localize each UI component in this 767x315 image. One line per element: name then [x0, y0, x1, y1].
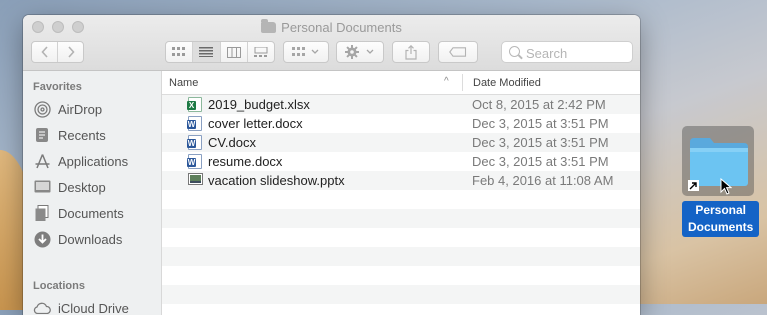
- file-list: Name ^ Date Modified X 2019_budget.xlsx …: [162, 71, 640, 315]
- file-row-resume[interactable]: W resume.docx Dec 3, 2015 at 3:51 PM: [162, 152, 640, 171]
- folder-icon: [261, 22, 276, 33]
- word-file-icon: W: [188, 116, 202, 131]
- file-row-vacation-slideshow[interactable]: vacation slideshow.pptx Feb 4, 2016 at 1…: [162, 171, 640, 190]
- back-forward-control: [31, 41, 84, 63]
- forward-button[interactable]: [58, 42, 83, 62]
- group-icon: [292, 47, 320, 57]
- tag-icon: [449, 47, 467, 57]
- window-title: Personal Documents: [23, 20, 640, 35]
- downloads-icon: [33, 231, 51, 247]
- file-name: cover letter.docx: [208, 116, 303, 131]
- group-button[interactable]: [283, 41, 329, 63]
- chevron-right-icon: [67, 46, 75, 58]
- sidebar-item-desktop[interactable]: Desktop: [33, 177, 158, 197]
- gallery-view-button[interactable]: [248, 42, 274, 62]
- sidebar-heading-locations: Locations: [33, 280, 85, 292]
- sidebar-item-label: iCloud Drive: [58, 301, 129, 315]
- file-date-modified: Dec 3, 2015 at 3:51 PM: [472, 116, 609, 131]
- file-date-modified: Dec 3, 2015 at 3:51 PM: [472, 135, 609, 150]
- list-view-button[interactable]: [193, 42, 220, 62]
- desktop-icon-label-line1: Personal: [692, 202, 749, 219]
- sidebar: Favorites AirDrop Recents Applications D…: [23, 71, 162, 315]
- column-header-name[interactable]: Name: [169, 77, 198, 89]
- recents-icon: [33, 127, 51, 143]
- file-name: 2019_budget.xlsx: [208, 97, 310, 112]
- share-icon: [405, 45, 417, 60]
- word-file-icon: W: [188, 154, 202, 169]
- empty-row: [162, 209, 640, 228]
- file-name: resume.docx: [208, 154, 282, 169]
- empty-row: [162, 266, 640, 285]
- sidebar-item-icloud-drive[interactable]: iCloud Drive: [33, 298, 158, 315]
- sidebar-item-label: Documents: [58, 206, 124, 221]
- window-title-text: Personal Documents: [281, 20, 402, 35]
- slideshow-file-icon: [188, 173, 202, 188]
- mouse-pointer-icon: [720, 178, 732, 196]
- sidebar-item-label: Desktop: [58, 180, 106, 195]
- cloud-icon: [33, 300, 51, 315]
- file-date-modified: Feb 4, 2016 at 11:08 AM: [472, 173, 613, 188]
- word-file-icon: W: [188, 135, 202, 150]
- alias-arrow-icon: [688, 180, 699, 191]
- column-view-button[interactable]: [221, 42, 248, 62]
- desktop-icon: [33, 179, 51, 195]
- search-input[interactable]: [524, 44, 628, 62]
- back-button[interactable]: [32, 42, 58, 62]
- sidebar-item-downloads[interactable]: Downloads: [33, 229, 158, 249]
- gear-icon: [345, 45, 375, 59]
- gallery-view-icon: [254, 47, 268, 58]
- desktop-icon-label: PersonalDocuments: [682, 201, 754, 237]
- column-divider[interactable]: [462, 74, 463, 91]
- action-button[interactable]: [336, 41, 384, 63]
- empty-row: [162, 228, 640, 247]
- sidebar-item-label: AirDrop: [58, 102, 102, 117]
- file-date-modified: Oct 8, 2015 at 2:42 PM: [472, 97, 606, 112]
- column-header-date-modified[interactable]: Date Modified: [473, 77, 541, 89]
- empty-row: [162, 304, 640, 315]
- file-name: vacation slideshow.pptx: [208, 173, 345, 188]
- sidebar-item-airdrop[interactable]: AirDrop: [33, 99, 158, 119]
- icon-view-button[interactable]: [166, 42, 193, 62]
- file-name: CV.docx: [208, 135, 256, 150]
- desktop-icon-label-line2: Documents: [685, 219, 756, 236]
- view-mode-control: [165, 41, 275, 63]
- column-view-icon: [227, 47, 241, 58]
- file-row-2019-budget[interactable]: X 2019_budget.xlsx Oct 8, 2015 at 2:42 P…: [162, 95, 640, 114]
- sort-ascending-icon: ^: [444, 76, 449, 87]
- documents-icon: [33, 205, 51, 221]
- finder-window: Personal Documents: [23, 15, 640, 315]
- sidebar-item-label: Downloads: [58, 232, 122, 247]
- excel-file-icon: X: [188, 97, 202, 112]
- sidebar-heading-favorites: Favorites: [33, 81, 82, 93]
- tag-button[interactable]: [438, 41, 478, 63]
- column-header: Name ^ Date Modified: [162, 71, 640, 95]
- sidebar-item-label: Recents: [58, 128, 106, 143]
- sidebar-item-applications[interactable]: Applications: [33, 151, 158, 171]
- search-field[interactable]: [501, 41, 633, 63]
- empty-row: [162, 190, 640, 209]
- file-row-cv[interactable]: W CV.docx Dec 3, 2015 at 3:51 PM: [162, 133, 640, 152]
- airdrop-icon: [33, 101, 51, 117]
- search-icon: [509, 46, 520, 57]
- chevron-left-icon: [41, 46, 49, 58]
- empty-row: [162, 285, 640, 304]
- empty-row: [162, 247, 640, 266]
- sidebar-item-recents[interactable]: Recents: [33, 125, 158, 145]
- finder-toolbar: Personal Documents: [23, 15, 640, 71]
- share-button[interactable]: [392, 41, 430, 63]
- file-date-modified: Dec 3, 2015 at 3:51 PM: [472, 154, 609, 169]
- sidebar-item-documents[interactable]: Documents: [33, 203, 158, 223]
- icon-view-icon: [172, 47, 186, 57]
- applications-icon: [33, 153, 51, 169]
- sidebar-item-label: Applications: [58, 154, 128, 169]
- list-view-icon: [199, 47, 213, 57]
- file-row-cover-letter[interactable]: W cover letter.docx Dec 3, 2015 at 3:51 …: [162, 114, 640, 133]
